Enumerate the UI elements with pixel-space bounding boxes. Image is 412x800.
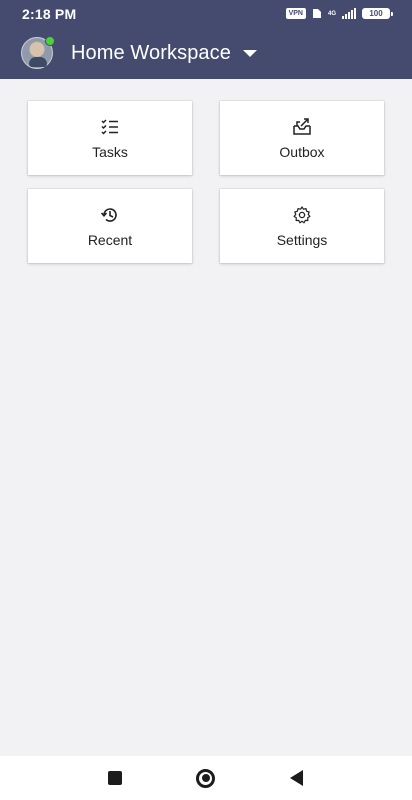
back-button[interactable] (277, 758, 317, 798)
status-time: 2:18 PM (22, 5, 77, 22)
outbox-icon (293, 117, 311, 135)
gear-icon (293, 205, 311, 223)
tile-label-tasks: Tasks (92, 143, 128, 160)
signal-icon (342, 8, 356, 19)
tile-label-settings: Settings (276, 231, 328, 248)
home-button[interactable] (186, 758, 226, 798)
chevron-down-icon[interactable] (242, 49, 257, 57)
status-icons: VPN 4G 100 (285, 8, 393, 19)
triangle-back-icon (290, 770, 304, 786)
tile-label-outbox: Outbox (279, 143, 325, 160)
app-bar: Home Workspace (0, 27, 412, 79)
sim-icon (312, 9, 321, 18)
status-bar: 2:18 PM VPN 4G 100 (0, 0, 412, 27)
square-icon (108, 771, 123, 785)
vpn-icon: VPN (285, 8, 306, 19)
tile-label-recent: Recent (87, 231, 133, 248)
network-type: 4G (327, 10, 336, 17)
avatar[interactable] (21, 36, 55, 69)
outbox-tile[interactable]: Outbox (220, 101, 384, 175)
settings-tile[interactable]: Settings (220, 189, 384, 263)
checklist-icon (101, 118, 118, 135)
battery-icon: 100 (362, 8, 393, 19)
history-icon (100, 207, 117, 222)
presence-indicator (45, 36, 55, 46)
system-nav-bar (0, 756, 412, 800)
recent-tile[interactable]: Recent (28, 189, 192, 263)
recents-button[interactable] (95, 758, 135, 798)
circle-icon (196, 768, 216, 788)
tasks-tile[interactable]: Tasks (28, 101, 192, 175)
workspace-title[interactable]: Home Workspace (71, 42, 231, 65)
